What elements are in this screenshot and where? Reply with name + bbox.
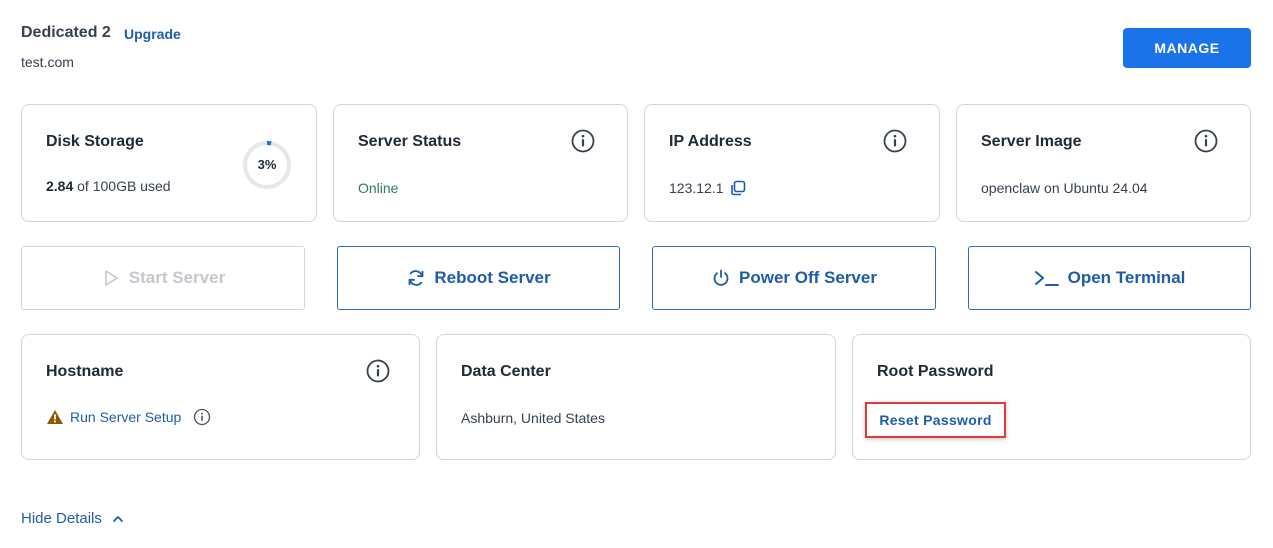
ip-address-title: IP Address (669, 133, 752, 150)
data-center-card: Data Center Ashburn, United States (436, 334, 836, 460)
reset-password-link[interactable]: Reset Password (879, 412, 991, 428)
power-off-server-button[interactable]: Power Off Server (652, 246, 936, 310)
disk-usage-percent: 3% (257, 157, 277, 172)
start-server-label: Start Server (128, 268, 226, 287)
server-status-card: Server Status Online (333, 104, 628, 222)
plan-name: Dedicated 2 (21, 24, 111, 41)
open-terminal-button[interactable]: Open Terminal (968, 246, 1251, 310)
reboot-server-button[interactable]: Reboot Server (337, 246, 620, 310)
info-icon[interactable] (883, 129, 907, 153)
chevron-up-icon (112, 515, 123, 522)
server-image-card: Server Image openclaw on Ubuntu 24.04 (956, 104, 1251, 222)
run-setup-row: Run Server Setup (46, 408, 211, 426)
data-center-value: Ashburn, United States (461, 410, 605, 426)
ip-address-row: 123.12.1 (669, 180, 746, 196)
disk-storage-title: Disk Storage (46, 133, 144, 150)
server-image-value: openclaw on Ubuntu 24.04 (981, 180, 1148, 196)
info-icon[interactable] (193, 408, 211, 426)
hostname-title: Hostname (46, 363, 124, 380)
refresh-icon (408, 270, 424, 286)
data-center-title: Data Center (461, 363, 551, 380)
manage-button[interactable]: MANAGE (1123, 28, 1251, 68)
info-icon[interactable] (571, 129, 595, 153)
hide-details-label: Hide Details (21, 510, 102, 527)
hostname-card: Hostname Run Server Setup (21, 334, 420, 460)
power-icon (713, 269, 729, 286)
server-status-value: Online (358, 180, 399, 196)
disk-storage-card: Disk Storage 2.84 of 100GB used 3% (21, 104, 317, 222)
info-icon[interactable] (1194, 129, 1218, 153)
ip-address-card: IP Address 123.12.1 (644, 104, 940, 222)
hide-details-toggle[interactable]: Hide Details (21, 510, 124, 527)
play-icon (104, 270, 118, 286)
reset-password-highlight: Reset Password (865, 402, 1006, 438)
reboot-server-label: Reboot Server (434, 268, 551, 287)
disk-usage-text: 2.84 of 100GB used (46, 178, 171, 194)
warning-icon (47, 410, 63, 424)
ip-address-value: 123.12.1 (669, 180, 724, 196)
copy-icon[interactable] (730, 180, 746, 196)
open-terminal-label: Open Terminal (1067, 268, 1186, 287)
info-icon[interactable] (366, 359, 390, 383)
root-password-card: Root Password (852, 334, 1251, 460)
server-status-title: Server Status (358, 133, 462, 150)
start-server-button[interactable]: Start Server (21, 246, 305, 310)
disk-used-value: 2.84 (46, 178, 74, 194)
power-off-server-label: Power Off Server (739, 268, 877, 287)
disk-used-suffix: of 100GB used (77, 178, 171, 194)
terminal-icon (1034, 271, 1059, 286)
server-image-title: Server Image (981, 133, 1082, 150)
run-server-setup-link[interactable]: Run Server Setup (70, 409, 181, 425)
upgrade-link[interactable]: Upgrade (124, 26, 181, 42)
root-password-title: Root Password (877, 363, 994, 380)
domain-name: test.com (21, 54, 74, 70)
